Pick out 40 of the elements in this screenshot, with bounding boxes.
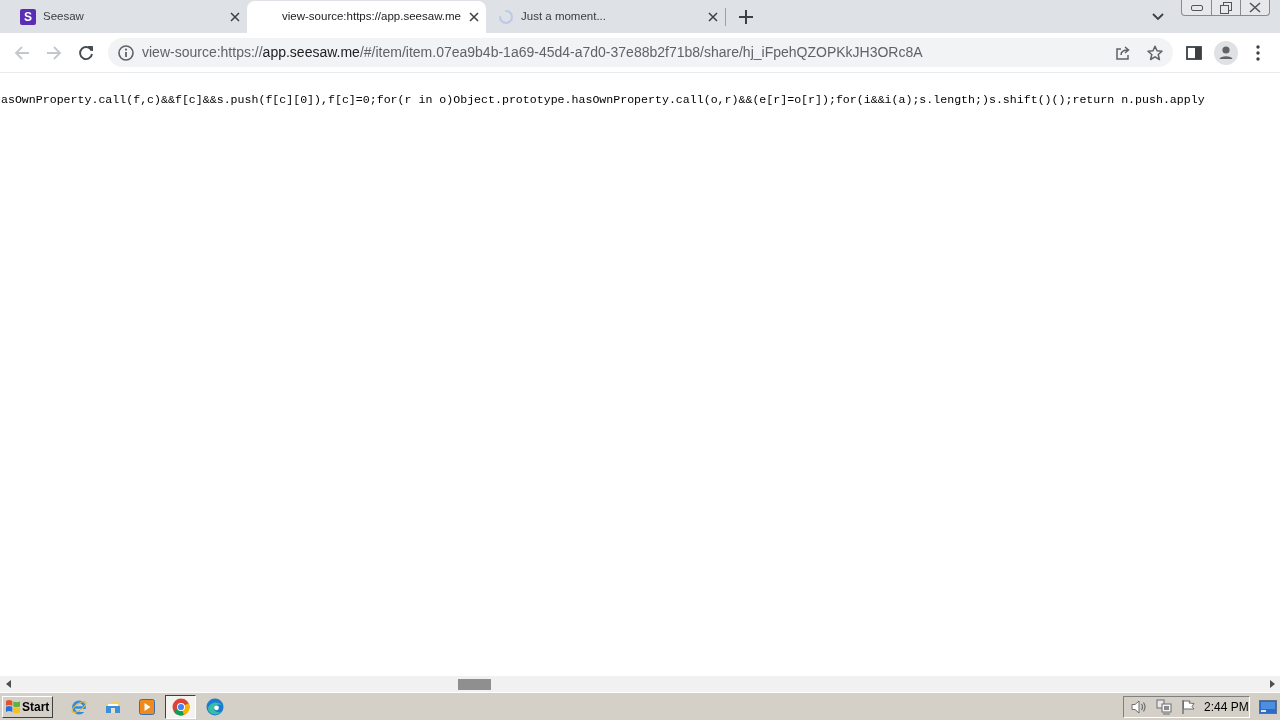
speaker-icon	[1131, 698, 1147, 715]
scrollbar-thumb[interactable]	[458, 678, 491, 690]
chrome-icon	[171, 697, 190, 716]
plus-icon	[739, 10, 753, 24]
taskbar-app-button[interactable]	[165, 694, 196, 719]
browser-tab[interactable]: Just a moment...	[486, 1, 725, 33]
reload-icon	[78, 44, 94, 61]
right-triangle-icon	[1269, 680, 1275, 688]
play-icon	[139, 698, 155, 715]
info-icon	[118, 44, 134, 61]
desktop-icon	[1259, 699, 1277, 714]
close-icon	[469, 12, 479, 22]
swirl-icon	[206, 697, 224, 716]
loading-spinner-icon	[498, 9, 514, 25]
browser-tab[interactable]: S Seesaw	[8, 1, 247, 33]
chevron-down-icon	[1152, 13, 1164, 21]
star-icon	[1147, 44, 1163, 61]
profile-button[interactable]	[1212, 38, 1240, 67]
start-button[interactable]: Start	[2, 695, 53, 718]
network-icon	[1156, 698, 1172, 715]
address-bar[interactable]: view-source:https://app.seesaw.me/#/item/item.07ea9b4b-1a69-45d4-a7d0-37e88b2f71b8/share/hj_iFpehQZOPKkJH3ORc8A	[108, 38, 1173, 67]
site-favicon: S	[20, 9, 36, 25]
share-icon	[1115, 44, 1131, 61]
url-text: view-source:https://app.seesaw.me/#/item/item.07ea9b4b-1a69-45d4-a7d0-37e88b2f71b8/share/hj_iFpehQZOPKkJH3ORc8A	[142, 43, 924, 62]
show-desktop-button[interactable]	[1259, 697, 1277, 716]
close-icon	[708, 12, 718, 22]
source-code-line: asOwnProperty.call(f,c)&&f[c]&&s.push(f[c][0]),f[c]=0;for(r in o)Object.prototype.hasOwnProperty.call(o,r)&&(e[r]=o[r]);for(i&&i(a);s.length;)s.shift()();return n.push.apply	[0, 93, 1206, 107]
close-icon	[230, 12, 240, 22]
browser-tab[interactable]: view-source:https://app.seesaw.me	[247, 1, 486, 33]
close-icon	[1249, 2, 1261, 13]
right-arrow-icon	[46, 44, 62, 61]
flag-icon	[1180, 698, 1196, 715]
left-triangle-icon	[5, 680, 11, 688]
left-arrow-icon	[14, 44, 30, 61]
side-panel-icon	[1186, 44, 1202, 61]
clock-text: 2:44 PM	[1204, 698, 1249, 716]
windows-flag-icon	[5, 699, 21, 714]
minimize-icon	[1190, 4, 1203, 11]
avatar-icon	[1214, 40, 1238, 65]
more-vertical-icon	[1256, 44, 1260, 61]
